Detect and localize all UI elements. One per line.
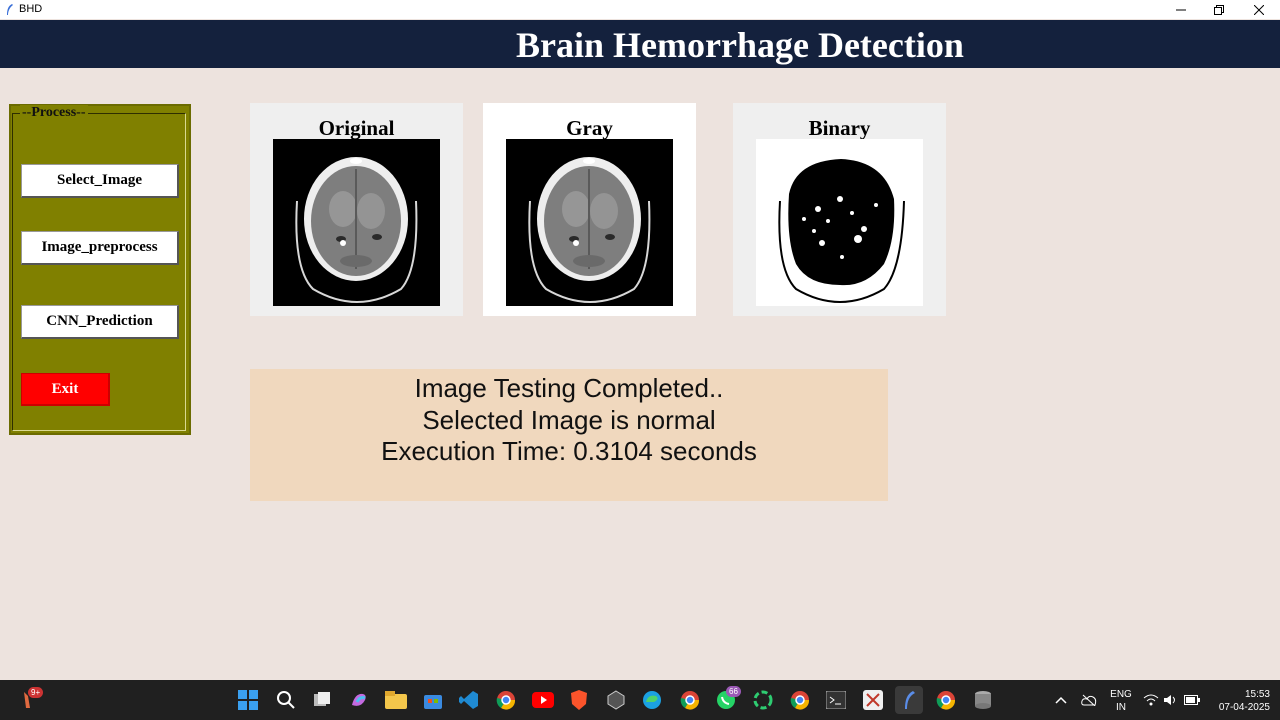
- original-panel: Original: [250, 103, 463, 316]
- chrome-third-icon[interactable]: [932, 686, 960, 714]
- cloud-offline-icon[interactable]: [1077, 686, 1101, 714]
- image-preprocess-button[interactable]: Image_preprocess: [21, 231, 179, 265]
- gray-ct-image: [506, 139, 673, 306]
- python-feather-icon[interactable]: [895, 686, 923, 714]
- result-diagnosis: Selected Image is normal: [422, 405, 716, 435]
- clock-time: 15:53: [1244, 689, 1270, 700]
- notification-badge: 9+: [28, 687, 44, 698]
- chrome-icon[interactable]: [492, 686, 520, 714]
- chrome-second-icon[interactable]: [786, 686, 814, 714]
- language-indicator[interactable]: ENG IN: [1106, 688, 1136, 714]
- database-icon[interactable]: [969, 686, 997, 714]
- app-title: Brain Hemorrhage Detection: [516, 25, 964, 65]
- battery-icon[interactable]: [1181, 686, 1203, 714]
- loading-app-icon[interactable]: [749, 686, 777, 714]
- youtube-icon[interactable]: [529, 686, 557, 714]
- binary-ct-image: [756, 139, 923, 306]
- brave-icon[interactable]: [565, 686, 593, 714]
- notification-app-icon[interactable]: 9+: [14, 686, 44, 714]
- app-cube-icon[interactable]: [602, 686, 630, 714]
- result-status: Image Testing Completed..: [414, 373, 724, 403]
- minimize-button[interactable]: [1162, 0, 1200, 19]
- edge-icon[interactable]: [638, 686, 666, 714]
- select-image-button[interactable]: Select_Image: [21, 164, 179, 198]
- restore-button[interactable]: [1200, 0, 1238, 19]
- language-label: ENG: [1110, 689, 1132, 700]
- copilot-icon[interactable]: [345, 686, 373, 714]
- terminal-icon[interactable]: [822, 686, 850, 714]
- whatsapp-icon[interactable]: 66: [712, 686, 741, 714]
- taskbar: 9+ 66 ENG IN 15:53 07-04-2025: [0, 680, 1280, 720]
- restore-icon: [1214, 4, 1224, 15]
- region-label: IN: [1116, 702, 1126, 713]
- gray-title: Gray: [566, 116, 613, 140]
- volume-icon[interactable]: [1160, 686, 1182, 714]
- binary-panel: Binary: [733, 103, 946, 316]
- file-explorer-icon[interactable]: [382, 686, 410, 714]
- chrome-profile-icon[interactable]: [676, 686, 704, 714]
- whatsapp-badge: 66: [726, 686, 741, 697]
- app-grid-icon[interactable]: [859, 686, 887, 714]
- original-ct-image: [273, 139, 440, 306]
- vscode-icon[interactable]: [455, 686, 483, 714]
- binary-title: Binary: [808, 116, 871, 140]
- search-icon[interactable]: [272, 686, 300, 714]
- gray-panel: Gray: [483, 103, 696, 316]
- clock-date: 07-04-2025: [1218, 702, 1270, 713]
- process-label: --Process--: [20, 105, 88, 121]
- chevron-up-icon[interactable]: [1049, 686, 1073, 714]
- minimize-icon: [1176, 9, 1186, 10]
- exit-button[interactable]: Exit: [21, 373, 110, 406]
- result-panel: Image Testing Completed.. Selected Image…: [250, 369, 888, 501]
- store-icon[interactable]: [419, 686, 447, 714]
- result-execution-time: Execution Time: 0.3104 seconds: [381, 436, 757, 466]
- clock[interactable]: 15:53 07-04-2025: [1208, 688, 1270, 714]
- close-icon: [1254, 4, 1264, 15]
- task-view-icon[interactable]: [308, 686, 336, 714]
- feather-icon: [7, 4, 13, 15]
- original-title: Original: [318, 116, 395, 140]
- cnn-prediction-button[interactable]: CNN_Prediction: [21, 305, 179, 339]
- start-icon[interactable]: [234, 686, 262, 714]
- wifi-icon[interactable]: [1140, 686, 1162, 714]
- close-button[interactable]: [1240, 0, 1278, 19]
- window-title: BHD: [19, 3, 43, 15]
- window-titlebar: BHD: [0, 0, 1280, 19]
